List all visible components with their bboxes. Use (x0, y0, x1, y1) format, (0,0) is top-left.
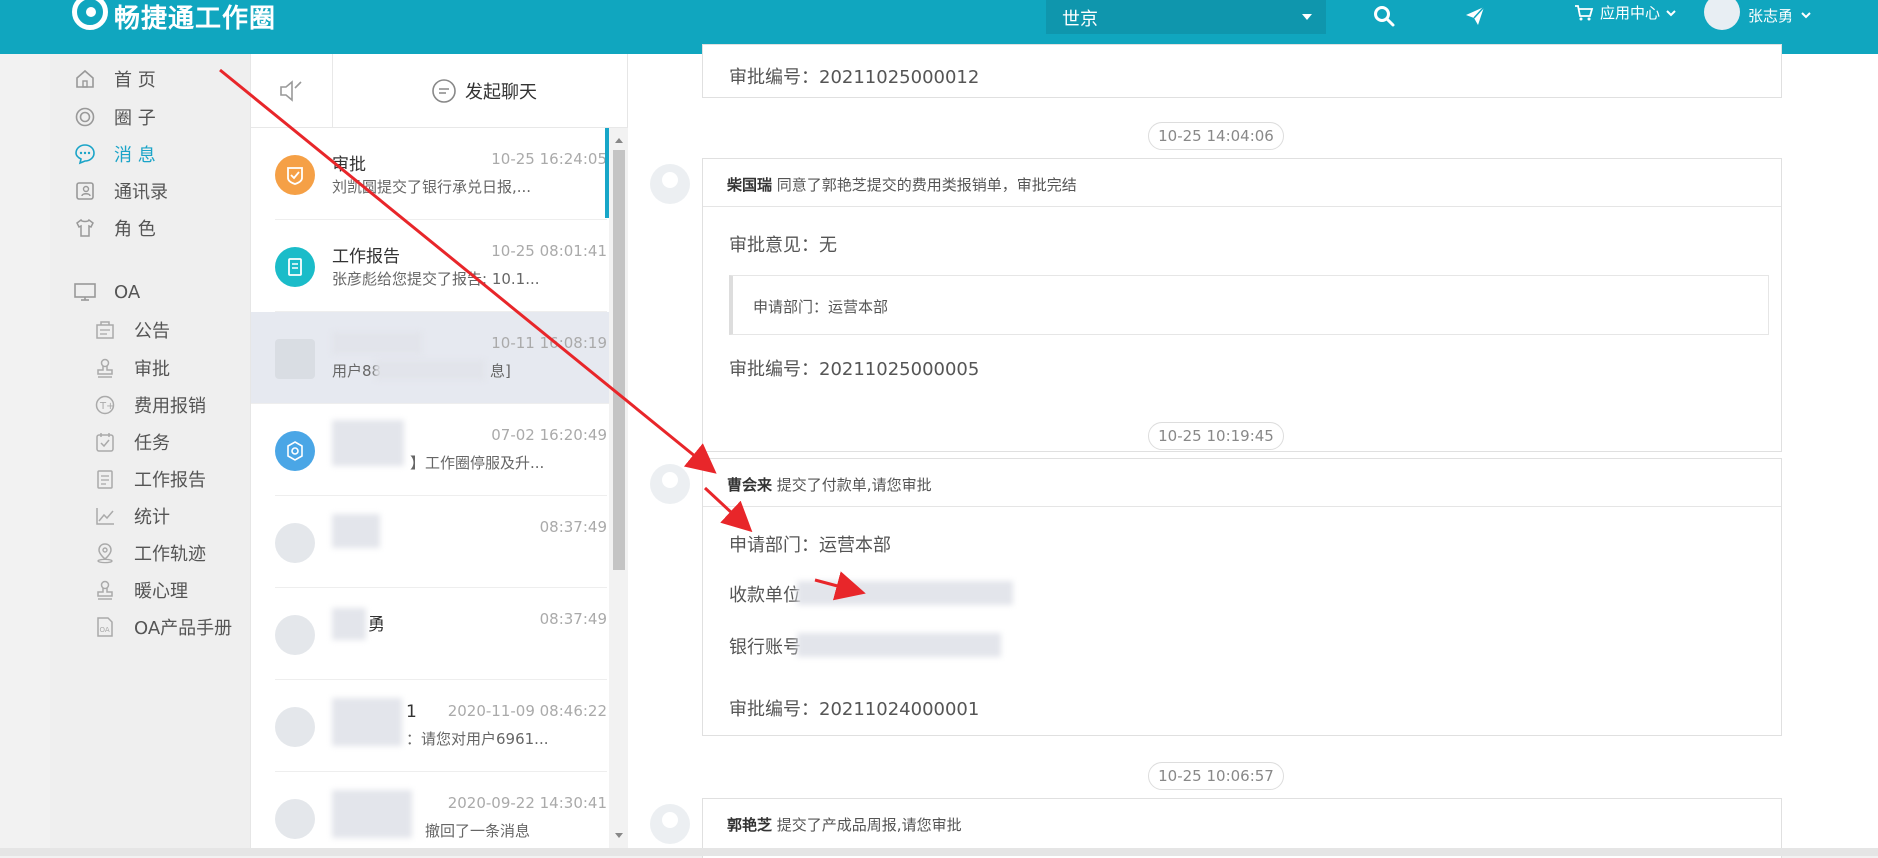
arrow-line (219, 68, 717, 474)
annotation-arrows (219, 68, 866, 601)
bottom-bar (0, 848, 1878, 856)
arrow-line (703, 486, 753, 533)
arrow-line (814, 571, 866, 601)
